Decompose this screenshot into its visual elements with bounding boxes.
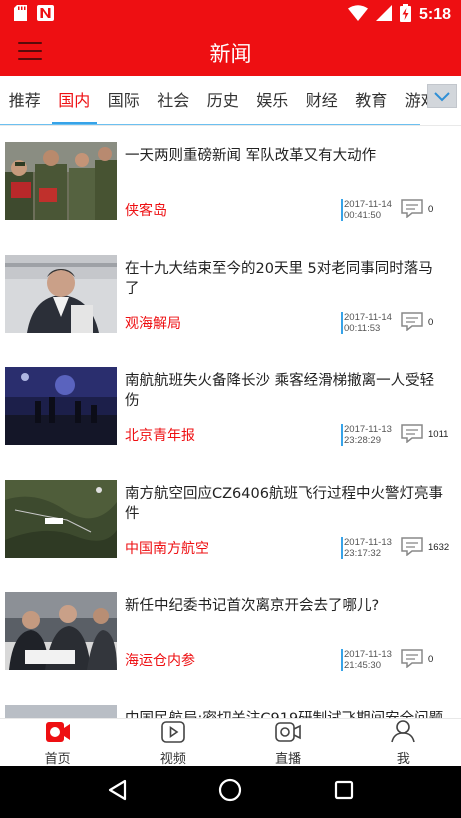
nav-live-label: 直播 <box>275 752 302 767</box>
news-headline[interactable]: 在十九大结束至今的20天里 5对老同事同时落马了 <box>125 259 447 299</box>
news-source[interactable]: 北京青年报 <box>125 425 195 445</box>
news-datetime: 2017-11-14 00:41:50 <box>341 199 392 221</box>
notification-n-icon <box>37 5 54 25</box>
comment-icon[interactable] <box>401 199 423 222</box>
news-item[interactable]: 中国民航局:密切关注C919研制试飞期间安全问题 <box>0 689 461 719</box>
news-headline[interactable]: 中国民航局:密切关注C919研制试飞期间安全问题 <box>125 709 447 719</box>
news-thumbnail[interactable] <box>5 479 117 558</box>
tab-7[interactable]: 财经 <box>297 76 347 125</box>
news-thumbnail[interactable] <box>5 704 117 718</box>
news-datetime: 2017-11-13 23:28:29 <box>341 424 392 446</box>
comment-icon[interactable] <box>401 649 423 672</box>
news-source[interactable]: 中国南方航空 <box>125 538 209 558</box>
back-button[interactable] <box>97 772 137 812</box>
tab-8[interactable]: 教育 <box>347 76 397 125</box>
recents-square-icon <box>334 780 354 804</box>
news-source[interactable]: 观海解局 <box>125 313 181 333</box>
news-time: 21:45:30 <box>344 660 381 671</box>
news-item[interactable]: 一天两则重磅新闻 军队改革又有大动作 侠客岛 2017-11-14 00:41:5… <box>0 126 461 239</box>
signal-icon <box>375 5 392 25</box>
bottom-nav: 首页 视频 直播 我 <box>0 718 461 767</box>
home-button[interactable] <box>210 772 250 812</box>
news-thumbnail[interactable] <box>5 254 117 333</box>
news-time: 00:11:53 <box>344 322 381 334</box>
tab-5[interactable]: 历史 <box>198 76 248 125</box>
system-nav-bar <box>0 766 461 818</box>
app-bar: 新闻 <box>0 28 461 76</box>
tab-underline <box>0 124 420 125</box>
news-item[interactable]: 南航航班失火备降长沙 乘客经滑梯撤离一人受轻伤 北京青年报 2017-11-13… <box>0 351 461 464</box>
news-time: 23:28:29 <box>344 435 381 446</box>
news-headline[interactable]: 南航航班失火备降长沙 乘客经滑梯撤离一人受轻伤 <box>125 371 447 411</box>
news-date: 2017-11-13 <box>344 424 392 435</box>
chevron-down-icon <box>434 87 450 106</box>
news-headline[interactable]: 一天两则重磅新闻 军队改革又有大动作 <box>125 146 447 166</box>
recents-button[interactable] <box>324 772 364 812</box>
video-play-icon <box>161 721 185 747</box>
news-datetime: 2017-11-13 21:45:30 <box>341 649 392 671</box>
home-circle-icon <box>218 778 242 806</box>
page-title: 新闻 <box>209 42 252 66</box>
news-headline[interactable]: 南方航空回应CZ6406航班飞行过程中火警灯亮事件 <box>125 484 447 524</box>
nav-live[interactable]: 直播 <box>231 719 346 767</box>
news-datetime: 2017-11-14 00:11:53 <box>341 311 392 334</box>
comment-icon[interactable] <box>401 311 423 335</box>
tab-4[interactable]: 社会 <box>149 76 199 125</box>
comment-count: 0 <box>428 654 434 665</box>
news-date: 2017-11-14 <box>344 199 392 210</box>
nav-video-label: 视频 <box>159 752 186 767</box>
nav-me[interactable]: 我 <box>346 719 461 767</box>
sd-card-icon <box>14 5 27 25</box>
news-item[interactable]: 南方航空回应CZ6406航班飞行过程中火警灯亮事件 中国南方航空 2017-11… <box>0 464 461 577</box>
news-thumbnail[interactable] <box>5 142 117 220</box>
wifi-icon <box>347 5 368 25</box>
news-date: 2017-11-13 <box>344 536 392 548</box>
news-date: 2017-11-14 <box>344 311 392 323</box>
category-tab-bar: 推荐 国内 国际 社会 历史 娱乐 财经 教育 游戏 <box>0 76 461 126</box>
home-record-icon <box>45 721 70 747</box>
nav-me-label: 我 <box>396 752 410 767</box>
news-list: 一天两则重磅新闻 军队改革又有大动作 侠客岛 2017-11-14 00:41:5… <box>0 126 461 718</box>
battery-icon <box>399 4 411 26</box>
nav-home-label: 首页 <box>44 752 71 767</box>
live-camera-icon <box>275 721 301 747</box>
news-source[interactable]: 侠客岛 <box>125 200 167 220</box>
news-headline[interactable]: 新任中纪委书记首次离京开会去了哪儿? <box>125 596 447 616</box>
news-datetime: 2017-11-13 23:17:32 <box>341 536 392 559</box>
person-icon <box>391 719 416 747</box>
comment-count: 1632 <box>428 541 450 553</box>
news-item[interactable]: 新任中纪委书记首次离京开会去了哪儿? 海运仓内参 2017-11-13 21:45… <box>0 576 461 689</box>
tab-1[interactable]: 推荐 <box>0 76 50 125</box>
tab-6[interactable]: 娱乐 <box>248 76 298 125</box>
news-item[interactable]: 在十九大结束至今的20天里 5对老同事同时落马了 观海解局 2017-11-14… <box>0 239 461 352</box>
nav-home[interactable]: 首页 <box>0 719 115 767</box>
comment-icon[interactable] <box>401 424 423 447</box>
comment-count: 1011 <box>428 429 449 440</box>
category-tabs: 推荐 国内 国际 社会 历史 娱乐 财经 教育 游戏 <box>0 76 446 125</box>
comment-count: 0 <box>428 316 434 328</box>
back-triangle-icon <box>107 779 127 805</box>
nav-video[interactable]: 视频 <box>115 719 230 767</box>
expand-tabs-button[interactable] <box>427 84 457 108</box>
tab-3[interactable]: 国际 <box>99 76 149 125</box>
comment-icon[interactable] <box>401 536 423 560</box>
status-bar: 5:18 <box>0 0 461 28</box>
news-time: 23:17:32 <box>344 547 381 559</box>
news-thumbnail[interactable] <box>5 367 117 445</box>
comment-count: 0 <box>428 204 434 215</box>
news-thumbnail[interactable] <box>5 592 117 670</box>
news-time: 00:41:50 <box>344 210 381 221</box>
tab-2[interactable]: 国内 <box>50 76 100 125</box>
news-source[interactable]: 海运仓内参 <box>125 650 195 670</box>
status-time: 5:18 <box>418 6 451 23</box>
news-date: 2017-11-13 <box>344 649 392 660</box>
